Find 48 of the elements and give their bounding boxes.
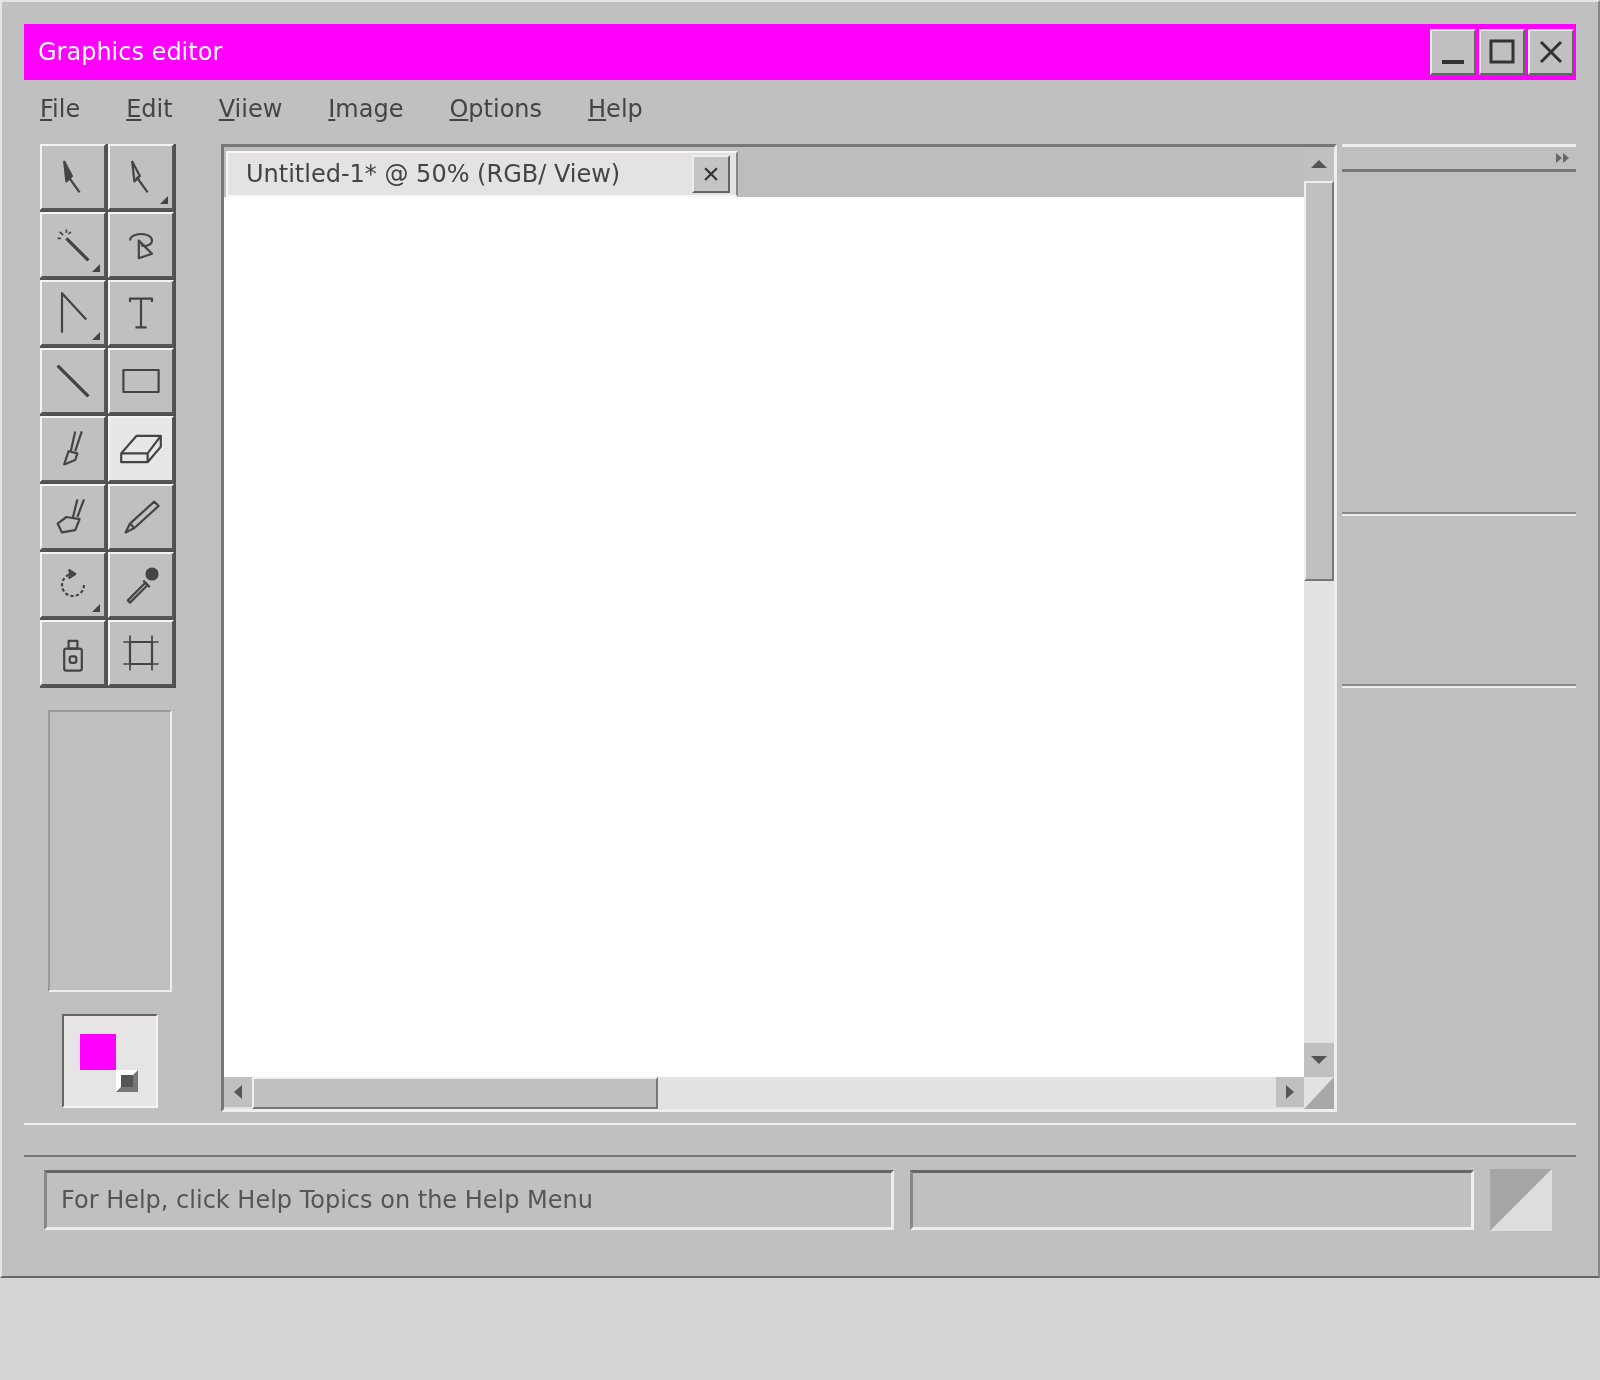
arrow-tool-button[interactable]	[40, 144, 106, 210]
menu-item[interactable]: Viiew	[218, 95, 283, 123]
pen-tool-button[interactable]	[40, 280, 106, 346]
vertical-scrollbar[interactable]	[1304, 147, 1334, 1109]
rotate-tool-button[interactable]	[40, 552, 106, 618]
document-title: Untitled-1* @ 50% (RGB/ View)	[246, 160, 621, 188]
foreground-color-swatch[interactable]	[80, 1034, 116, 1070]
close-button[interactable]	[1528, 29, 1574, 75]
scroll-thumb[interactable]	[1304, 181, 1334, 581]
lasso-tool-button[interactable]	[108, 212, 174, 278]
scroll-down-icon[interactable]	[1304, 1043, 1334, 1077]
scroll-left-icon[interactable]	[224, 1077, 252, 1107]
minimize-button[interactable]	[1430, 29, 1476, 75]
size-grip-icon[interactable]	[1490, 1169, 1552, 1231]
menu-item[interactable]: Edit	[126, 95, 173, 123]
crop-tool-button[interactable]	[108, 620, 174, 686]
maximize-icon	[1487, 37, 1517, 67]
minimize-icon	[1442, 60, 1464, 64]
scroll-thumb[interactable]	[252, 1077, 658, 1109]
blob-brush-tool-button[interactable]	[40, 484, 106, 550]
background-color-swatch[interactable]	[116, 1070, 138, 1092]
menu-item[interactable]: Help	[588, 95, 643, 123]
flyout-icon	[92, 604, 100, 612]
magic-wand-tool-button[interactable]	[40, 212, 106, 278]
expand-icon[interactable]	[1556, 152, 1570, 164]
flyout-icon	[160, 196, 168, 204]
flyout-icon	[92, 332, 100, 340]
rectangle-tool-button[interactable]	[108, 348, 174, 414]
eyedropper-tool-button[interactable]	[108, 552, 174, 618]
eraser-tool-button[interactable]	[108, 416, 174, 482]
maximize-button[interactable]	[1479, 29, 1525, 75]
flyout-icon	[92, 264, 100, 272]
menu-item[interactable]: Image	[328, 95, 404, 123]
document-tab[interactable]: Untitled-1* @ 50% (RGB/ View) ×	[226, 151, 738, 197]
status-message: For Help, click Help Topics on the Help Menu	[61, 1186, 593, 1214]
direct-select-tool-button[interactable]	[108, 144, 174, 210]
scroll-up-icon[interactable]	[1304, 147, 1334, 181]
spray-tool-button[interactable]	[40, 620, 106, 686]
pencil-tool-button[interactable]	[108, 484, 174, 550]
window-title: Graphics editor	[38, 38, 223, 66]
horizontal-scrollbar[interactable]	[224, 1077, 1304, 1109]
menu-item[interactable]: File	[40, 95, 81, 123]
line-tool-button[interactable]	[40, 348, 106, 414]
scroll-right-icon[interactable]	[1276, 1077, 1304, 1107]
close-tab-button[interactable]: ×	[692, 155, 730, 193]
text-tool-button[interactable]	[108, 280, 174, 346]
brush-tool-button[interactable]	[40, 416, 106, 482]
menu-item[interactable]: Options	[449, 95, 543, 123]
